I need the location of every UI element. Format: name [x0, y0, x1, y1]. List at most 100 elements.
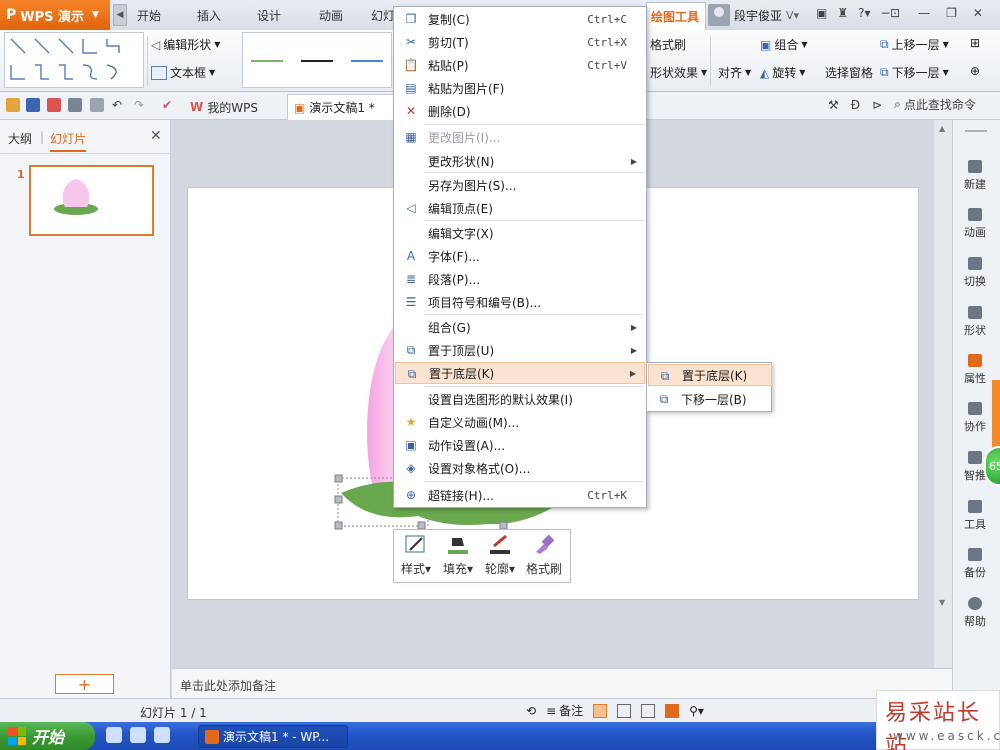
restore-panel-icon[interactable]: ⊡: [890, 6, 900, 20]
user-area[interactable]: 段宇俊亚 V▾: [708, 4, 799, 26]
scroll-up-icon[interactable]: ▲: [939, 124, 945, 133]
tab-insert[interactable]: 插入: [197, 0, 221, 30]
fill-button[interactable]: 填充▾: [438, 534, 478, 580]
slideshow-icon[interactable]: [665, 703, 680, 718]
tab-scroll-left-button[interactable]: ◀: [113, 4, 127, 26]
close-icon[interactable]: ✕: [973, 6, 983, 20]
menu-item[interactable]: ☰ 项目符号和编号(B)...: [395, 291, 645, 313]
tab-slides[interactable]: 幻灯片: [50, 130, 87, 152]
tool-c-icon[interactable]: ⊳: [872, 98, 882, 112]
shirt-icon[interactable]: ♜: [837, 6, 848, 20]
menu-item[interactable]: ◈ 设置对象格式(O)...: [395, 457, 645, 479]
speed-badge[interactable]: 65: [984, 446, 1000, 486]
menu-item[interactable]: 更改形状(N) ▶: [395, 150, 645, 172]
vertical-scrollbar[interactable]: ▲ ▼: [934, 120, 952, 668]
slide-thumbnail[interactable]: [29, 165, 154, 236]
sidebar-item-animation[interactable]: 动画: [953, 208, 997, 240]
resize-handle[interactable]: [334, 474, 343, 483]
text-box-button[interactable]: 文本框 ▼: [151, 64, 215, 81]
maximize-icon[interactable]: ❐: [946, 6, 957, 20]
close-icon[interactable]: ✕: [150, 128, 162, 144]
menu-item[interactable]: ✂ 剪切(T) Ctrl+X: [395, 31, 645, 53]
distribute-button[interactable]: ⊞: [970, 36, 980, 50]
sidebar-item-transition[interactable]: 切换: [953, 257, 997, 289]
history-icon[interactable]: ⟲: [526, 704, 536, 718]
line-style-green[interactable]: [251, 60, 283, 62]
add-slide-button[interactable]: +: [55, 674, 114, 694]
rotate-button[interactable]: ◭ 旋转 ▼: [760, 64, 805, 81]
menu-item[interactable]: 设置自选图形的默认效果(I): [395, 388, 645, 410]
sidebar-item-shape[interactable]: 形状: [953, 306, 997, 338]
sidebar-item-backup[interactable]: 备份: [953, 548, 997, 580]
align-button[interactable]: 对齐 ▼: [718, 64, 751, 81]
tab-animation[interactable]: 动画: [319, 0, 343, 30]
tab-slideshow[interactable]: 幻灯: [371, 0, 395, 30]
avatar[interactable]: [708, 4, 730, 26]
minimize-icon[interactable]: —: [918, 6, 930, 20]
menu-item[interactable]: ⊕ 超链接(H)... Ctrl+K: [395, 484, 645, 506]
start-button[interactable]: 开始: [0, 722, 95, 750]
save-icon[interactable]: [26, 98, 40, 112]
notes-toggle[interactable]: ≡ 备注: [546, 702, 583, 719]
normal-view-icon[interactable]: [593, 703, 608, 718]
menu-item[interactable]: ⧉ 置于底层(K) ▶: [395, 362, 645, 384]
notes-area[interactable]: 单击此处添加备注: [172, 668, 952, 698]
tab-document[interactable]: ▣ 演示文稿1 *: [287, 94, 395, 120]
reading-view-icon[interactable]: [641, 703, 656, 718]
outline-button[interactable]: 轮廓▾: [480, 534, 520, 580]
tool-a-icon[interactable]: ⚒: [828, 98, 839, 112]
tab-outline[interactable]: 大纲: [8, 130, 32, 147]
skin-icon[interactable]: ▣: [816, 6, 827, 20]
resize-handle[interactable]: [499, 521, 508, 530]
menu-item[interactable]: 另存为图片(S)...: [395, 174, 645, 196]
sidebar-item-properties[interactable]: 属性: [953, 354, 997, 386]
menu-item[interactable]: ▣ 动作设置(A)...: [395, 434, 645, 456]
undo-icon[interactable]: ↶: [112, 98, 126, 112]
open-icon[interactable]: [6, 98, 20, 112]
align-grid-button[interactable]: ⊕: [970, 64, 980, 78]
group-button[interactable]: ▣ 组合 ▼: [760, 36, 808, 53]
resize-handle[interactable]: [334, 521, 343, 530]
menu-item[interactable]: ✕ 删除(D): [395, 100, 645, 122]
tab-drawing-tools[interactable]: 绘图工具: [646, 2, 706, 30]
resize-handle[interactable]: [417, 521, 426, 530]
submenu-item[interactable]: ⧉ 置于底层(K): [648, 364, 772, 386]
menu-item[interactable]: ❐ 复制(C) Ctrl+C: [395, 8, 645, 30]
format-painter-mini-button[interactable]: 格式刷: [524, 534, 564, 580]
menu-item[interactable]: ⧉ 置于顶层(U) ▶: [395, 339, 645, 361]
menu-item[interactable]: 编辑文字(X): [395, 222, 645, 244]
resize-handle[interactable]: [334, 495, 343, 504]
find-command-button[interactable]: ⌕ 点此查找命令: [894, 96, 976, 113]
tab-design[interactable]: 设计: [257, 0, 281, 30]
print-preview-icon[interactable]: [90, 98, 104, 112]
submenu-item[interactable]: ⧉ 下移一层(B): [648, 388, 772, 410]
tab-home[interactable]: 开始: [137, 0, 161, 30]
style-button[interactable]: 样式▾: [396, 534, 436, 580]
redo-icon[interactable]: ↷: [134, 98, 148, 112]
pin-icon[interactable]: ✔: [162, 98, 176, 112]
tab-my-wps[interactable]: W 我的WPS: [182, 95, 266, 119]
scroll-down-icon[interactable]: ▼: [939, 598, 945, 607]
sidebar-item-tools[interactable]: 工具: [953, 500, 997, 532]
show-desktop-icon[interactable]: [154, 727, 170, 743]
selection-pane-button[interactable]: 选择窗格: [825, 64, 873, 81]
menu-item[interactable]: 组合(G) ▶: [395, 316, 645, 338]
line-style-blue[interactable]: [351, 60, 383, 62]
menu-item[interactable]: ◁ 编辑顶点(E): [395, 197, 645, 219]
export-pdf-icon[interactable]: [47, 98, 61, 112]
format-painter-button[interactable]: 格式刷: [650, 36, 686, 53]
edit-shape-button[interactable]: ◁ 编辑形状 ▼: [151, 36, 220, 53]
bring-forward-button[interactable]: ⧉ 上移一层 ▼: [880, 36, 949, 53]
shapes-gallery[interactable]: [4, 32, 144, 88]
menu-item[interactable]: ▤ 粘贴为图片(F): [395, 77, 645, 99]
pin-icon[interactable]: ⚲▾: [689, 704, 704, 718]
menu-item[interactable]: ≣ 段落(P)...: [395, 268, 645, 290]
wps-menu-button[interactable]: P WPS 演示 ▼: [0, 0, 110, 30]
send-backward-button[interactable]: ⧉ 下移一层 ▼: [880, 64, 949, 81]
sidebar-item-help[interactable]: 帮助: [953, 597, 997, 629]
ie-icon[interactable]: [106, 727, 122, 743]
line-style-gallery[interactable]: [242, 32, 392, 88]
menu-item[interactable]: 📋 粘贴(P) Ctrl+V: [395, 54, 645, 76]
print-icon[interactable]: [68, 98, 82, 112]
browser-icon[interactable]: [130, 727, 146, 743]
